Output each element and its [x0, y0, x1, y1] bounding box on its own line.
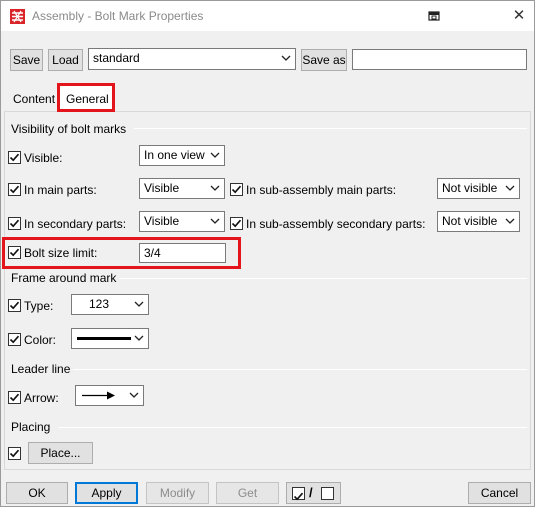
secondary-parts-select-value: Visible — [144, 214, 180, 228]
sub-secondary-parts-label: In sub-assembly secondary parts: — [246, 217, 426, 231]
place-button[interactable]: Place... — [28, 442, 93, 464]
visible-select[interactable]: In one view — [139, 145, 225, 166]
preset-select-value: standard — [93, 51, 140, 65]
secondary-parts-checkbox[interactable] — [8, 217, 21, 230]
visibility-section-title: Visibility of bolt marks — [11, 122, 127, 136]
arrow-right-icon — [82, 391, 115, 400]
sub-secondary-parts-select[interactable]: Not visible — [437, 211, 520, 232]
chevron-down-icon — [210, 218, 220, 224]
check-icon — [231, 219, 242, 228]
check-icon — [231, 185, 242, 194]
chevron-down-icon — [210, 152, 220, 158]
checked-box-icon — [292, 487, 305, 501]
chevron-down-icon — [505, 185, 515, 191]
window-title: Assembly - Bolt Mark Properties — [32, 9, 204, 23]
frame-type-checkbox[interactable] — [8, 299, 21, 312]
main-parts-select-value: Visible — [144, 181, 180, 195]
arrow-label: Arrow: — [24, 391, 59, 405]
pin-window-icon[interactable] — [425, 7, 443, 25]
visible-checkbox[interactable] — [8, 151, 21, 164]
placing-checkbox[interactable] — [8, 447, 21, 460]
placing-section-title: Placing — [11, 420, 51, 434]
properties-dialog: Assembly - Bolt Mark Properties ✕ Save L… — [0, 0, 535, 507]
frame-separator — [119, 278, 527, 279]
check-icon — [9, 393, 20, 402]
leader-section-title: Leader line — [11, 362, 71, 376]
sub-main-parts-label: In sub-assembly main parts: — [246, 183, 397, 197]
main-parts-label: In main parts: — [24, 183, 97, 197]
ok-button[interactable]: OK — [6, 482, 68, 504]
visibility-separator — [134, 128, 527, 129]
cancel-button[interactable]: Cancel — [468, 482, 531, 504]
get-button[interactable]: Get — [216, 482, 279, 504]
sub-secondary-parts-select-value: Not visible — [442, 214, 498, 228]
save-as-button[interactable]: Save as — [301, 49, 347, 71]
preset-select[interactable]: standard — [88, 48, 296, 70]
arrow-checkbox[interactable] — [8, 391, 21, 404]
sub-secondary-parts-checkbox[interactable] — [230, 217, 243, 230]
frame-color-checkbox[interactable] — [8, 333, 21, 346]
frame-type-label: Type: — [24, 299, 54, 313]
placing-separator — [58, 427, 527, 428]
sub-main-parts-checkbox[interactable] — [230, 183, 243, 196]
load-button[interactable]: Load — [48, 49, 83, 71]
frame-type-select-value: 123 — [89, 297, 110, 311]
chevron-down-icon — [210, 185, 220, 191]
chevron-down-icon — [129, 392, 139, 398]
frame-section-title: Frame around mark — [11, 271, 117, 285]
sub-main-parts-select-value: Not visible — [442, 181, 498, 195]
modify-button[interactable]: Modify — [146, 482, 209, 504]
secondary-parts-select[interactable]: Visible — [139, 211, 225, 232]
bolt-size-highlight — [2, 237, 241, 269]
chevron-down-icon — [134, 301, 144, 307]
sub-main-parts-select[interactable]: Not visible — [437, 178, 520, 199]
apply-button[interactable]: Apply — [75, 482, 138, 504]
toggle-separator: / — [309, 485, 313, 500]
main-parts-checkbox[interactable] — [8, 183, 21, 196]
check-icon — [9, 219, 20, 228]
frame-color-label: Color: — [24, 333, 57, 347]
visible-label: Visible: — [24, 151, 63, 165]
check-icon — [9, 301, 20, 310]
check-icon — [9, 185, 20, 194]
check-icon — [9, 335, 20, 344]
frame-color-select[interactable] — [71, 328, 149, 349]
unchecked-box-icon — [321, 487, 334, 500]
leader-separator — [73, 369, 527, 370]
tab-content[interactable]: Content — [13, 92, 55, 106]
check-icon — [9, 449, 20, 458]
close-window-icon[interactable]: ✕ — [510, 7, 528, 25]
save-as-input[interactable] — [352, 49, 527, 70]
secondary-parts-label: In secondary parts: — [24, 217, 127, 231]
frame-type-select[interactable]: 123 — [71, 294, 149, 315]
save-button[interactable]: Save — [10, 49, 43, 71]
general-panel — [4, 112, 531, 470]
color-swatch-line — [77, 337, 131, 340]
arrow-select[interactable] — [75, 385, 144, 406]
app-logo-icon — [10, 9, 25, 24]
chevron-down-icon — [134, 335, 144, 341]
check-icon — [9, 153, 20, 162]
general-tab-highlight — [57, 83, 115, 112]
visible-select-value: In one view — [144, 148, 205, 162]
chevron-down-icon — [505, 218, 515, 224]
chevron-down-icon — [281, 55, 291, 61]
main-parts-select[interactable]: Visible — [139, 178, 225, 199]
title-bar[interactable]: Assembly - Bolt Mark Properties ✕ — [1, 1, 534, 31]
toggle-all-button[interactable]: / — [286, 482, 341, 504]
